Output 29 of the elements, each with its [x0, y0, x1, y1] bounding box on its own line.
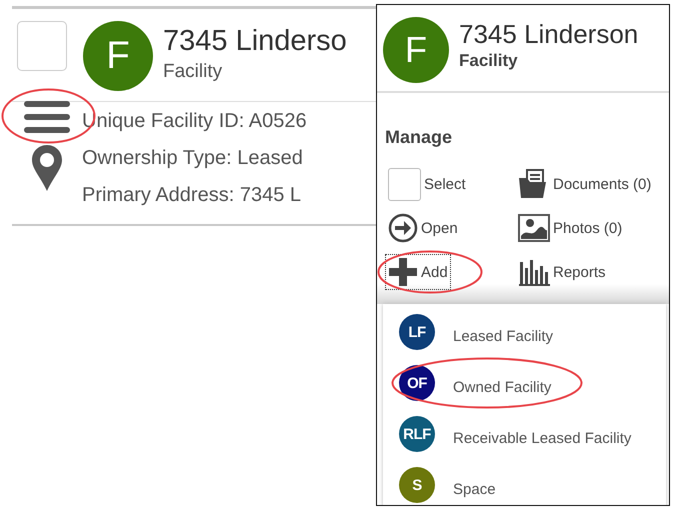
- avatar: F: [83, 21, 153, 91]
- action-button[interactable]: Select: [385, 166, 469, 202]
- menu-item[interactable]: S Space: [399, 465, 496, 505]
- type-badge: OF: [399, 365, 435, 401]
- record-title: 7345 Linderso: [163, 24, 347, 59]
- menu-item[interactable]: LF Leased Facility: [399, 312, 554, 352]
- detail-line: Ownership Type: Leased: [82, 146, 304, 171]
- action-button[interactable]: Reports: [515, 254, 609, 290]
- action-button[interactable]: Documents (0): [515, 166, 654, 202]
- photo-icon: [518, 214, 550, 242]
- location-pin-icon: [31, 144, 63, 192]
- bar-chart-icon: [518, 258, 550, 286]
- avatar: F: [383, 17, 449, 83]
- plus-icon: [388, 257, 418, 287]
- record-type: Facility: [163, 61, 224, 83]
- checkbox[interactable]: [17, 21, 67, 71]
- action-button[interactable]: Photos (0): [515, 210, 626, 246]
- type-badge: S: [399, 467, 435, 503]
- menu-icon[interactable]: [23, 100, 71, 134]
- type-badge: LF: [399, 314, 435, 350]
- panel-title: 7345 Linderson: [459, 18, 638, 51]
- menu-item[interactable]: RLF Receivable Leased Facility: [399, 414, 632, 454]
- action-button[interactable]: Open: [385, 210, 461, 246]
- section-heading: Manage: [385, 127, 454, 148]
- panel-subtitle: Facility: [459, 51, 519, 71]
- checkbox[interactable]: [388, 168, 421, 200]
- type-badge: RLF: [399, 416, 435, 452]
- detail-line: Primary Address: 7345 L: [82, 183, 302, 208]
- arrow-circle-icon: [388, 213, 418, 243]
